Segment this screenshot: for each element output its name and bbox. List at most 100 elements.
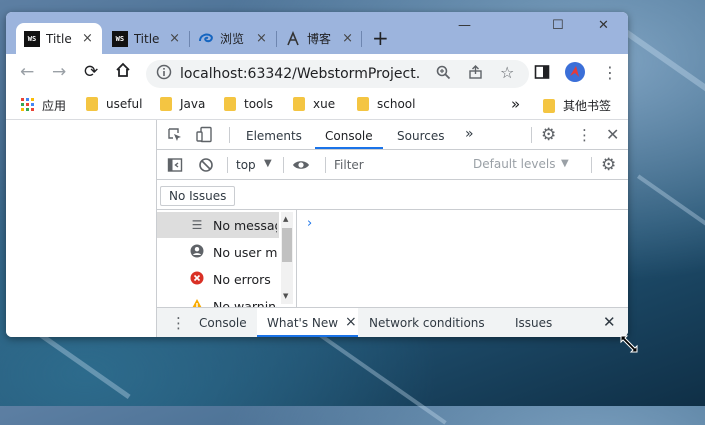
bookmark-other-folder[interactable]: 其他书签	[543, 97, 611, 114]
tab-browser[interactable]: 浏览 ×	[190, 23, 276, 54]
bookmark-folder-useful[interactable]: useful	[86, 97, 142, 111]
toolbar-divider	[283, 157, 284, 173]
bookmark-folder-java[interactable]: Java	[160, 97, 205, 111]
drawer-tab-issues[interactable]: Issues	[515, 316, 552, 330]
browser-toolbar: ← → ⟳ localhost:63342/WebstormProject...…	[6, 54, 628, 92]
share-icon[interactable]	[468, 65, 483, 84]
folder-icon	[86, 97, 98, 111]
drawer-tab-whats-new[interactable]: What's New	[267, 316, 338, 330]
zoom-icon[interactable]	[436, 65, 451, 84]
user-icon	[185, 244, 209, 261]
gear-icon[interactable]: ⚙	[541, 125, 556, 145]
folder-icon	[543, 98, 555, 113]
sidebar-item-messages[interactable]: ☰ No messages	[157, 212, 279, 238]
sidebar-item-label: No warnings	[213, 298, 277, 308]
bookmark-label: 其他书签	[563, 99, 612, 113]
bookmark-apps[interactable]: 应用	[21, 97, 66, 114]
reload-button[interactable]: ⟳	[84, 62, 98, 82]
bookmark-label: xue	[313, 97, 336, 111]
tab-blog[interactable]: 博客 ×	[277, 23, 361, 54]
bookmark-label: tools	[244, 97, 273, 111]
toolbar-divider	[591, 157, 592, 173]
tab-webstorm-1[interactable]: WS Title ×	[16, 23, 102, 54]
home-button[interactable]	[114, 61, 132, 84]
scroll-down-arrow[interactable]: ▼	[283, 292, 288, 300]
tab-sources[interactable]: Sources	[397, 129, 444, 143]
eye-icon[interactable]	[292, 157, 310, 177]
drawer-tab-console[interactable]: Console	[199, 316, 247, 330]
context-selector[interactable]: top	[236, 158, 256, 172]
menu-kebab-icon[interactable]: ⋮	[577, 126, 592, 144]
side-panel-icon[interactable]	[534, 64, 550, 85]
console-sidebar: ☰ No messages No user messages No errors	[157, 210, 297, 307]
tab-title: Title	[46, 31, 72, 46]
url-text: localhost:63342/WebstormProject...	[180, 66, 420, 82]
webstorm-icon: WS	[112, 30, 128, 47]
profile-avatar[interactable]	[564, 61, 586, 88]
drawer-menu-icon[interactable]: ⋮	[171, 314, 186, 332]
active-tab-indicator	[315, 147, 383, 149]
device-toolbar-icon[interactable]	[196, 126, 213, 147]
forward-button[interactable]: →	[52, 62, 66, 82]
bookmark-folder-school[interactable]: school	[357, 97, 415, 111]
new-tab-button[interactable]: +	[372, 28, 389, 48]
filter-input[interactable]: Filter	[334, 158, 364, 172]
chevron-down-icon[interactable]: ▼	[561, 158, 569, 169]
chevron-down-icon[interactable]: ▼	[264, 158, 272, 169]
list-icon: ☰	[191, 218, 203, 232]
tab-console[interactable]: Console	[325, 129, 373, 143]
devtools-tab-bar: Elements Console Sources » ⚙ ⋮ ✕	[157, 120, 628, 150]
tab-elements[interactable]: Elements	[246, 129, 302, 143]
wallpaper-streak	[636, 174, 705, 230]
drawer-tab-network-conditions[interactable]: Network conditions	[369, 316, 485, 330]
bookmarks-bar: 应用 useful Java tools xue school » 其他书签	[6, 92, 628, 120]
bookmark-folder-tools[interactable]: tools	[224, 97, 273, 111]
tab-title: 浏览	[220, 32, 245, 46]
back-button[interactable]: ←	[20, 62, 34, 82]
console-prompt[interactable]: ›	[307, 216, 312, 231]
blog-icon	[285, 30, 301, 47]
close-icon[interactable]: ×	[342, 31, 353, 46]
minimize-button[interactable]: —	[458, 18, 471, 33]
close-icon[interactable]: ×	[256, 31, 267, 46]
clear-console-icon[interactable]	[198, 157, 214, 177]
folder-icon	[293, 97, 305, 111]
bookmark-folder-xue[interactable]: xue	[293, 97, 335, 111]
sidebar-toggle-icon[interactable]	[167, 157, 183, 177]
tab-webstorm-2[interactable]: WS Title ×	[104, 23, 188, 54]
bookmark-star-icon[interactable]: ☆	[500, 63, 514, 82]
issues-row: No Issues	[157, 180, 628, 210]
close-drawer-button[interactable]: ✕	[603, 313, 616, 331]
window-close-button[interactable]: ✕	[598, 18, 609, 33]
wallpaper-streak	[313, 329, 447, 425]
folder-icon	[357, 97, 369, 111]
address-bar[interactable]: localhost:63342/WebstormProject... ☆	[146, 60, 529, 88]
tab-separator	[361, 31, 362, 47]
warning-icon	[185, 298, 209, 307]
sidebar-item-label: No messages	[213, 217, 277, 233]
bookmark-label: useful	[106, 97, 143, 111]
sidebar-item-warnings[interactable]: No warnings	[157, 293, 279, 307]
webstorm-icon: WS	[24, 30, 40, 47]
scroll-up-arrow[interactable]: ▲	[283, 215, 288, 223]
sidebar-item-errors[interactable]: No errors	[157, 266, 279, 292]
close-icon[interactable]: ×	[82, 31, 93, 46]
close-devtools-icon[interactable]: ✕	[606, 125, 619, 144]
maximize-button[interactable]: ☐	[552, 18, 564, 33]
tab-strip: WS Title × WS Title × 浏览 × 博客 × + — ☐ ✕	[6, 12, 628, 54]
close-icon[interactable]: ×	[169, 31, 180, 46]
sidebar-item-user-messages[interactable]: No user messages	[157, 239, 279, 265]
issues-button[interactable]: No Issues	[160, 186, 236, 206]
more-tabs-button[interactable]: »	[465, 126, 474, 142]
close-icon[interactable]: ×	[345, 314, 357, 330]
inspect-element-icon[interactable]	[167, 127, 183, 147]
browser-window: WS Title × WS Title × 浏览 × 博客 × + — ☐ ✕ …	[6, 12, 628, 337]
bookmarks-more-button[interactable]: »	[511, 95, 520, 113]
menu-kebab-icon[interactable]: ⋮	[602, 63, 618, 83]
log-levels-dropdown[interactable]: Default levels	[473, 157, 555, 171]
info-icon[interactable]	[156, 64, 172, 84]
sidebar-item-label: No user messages	[213, 244, 277, 260]
scrollbar-thumb[interactable]	[282, 228, 292, 262]
gear-icon[interactable]: ⚙	[601, 155, 616, 175]
console-toolbar: top ▼ Filter Default levels ▼ ⚙	[157, 150, 628, 180]
